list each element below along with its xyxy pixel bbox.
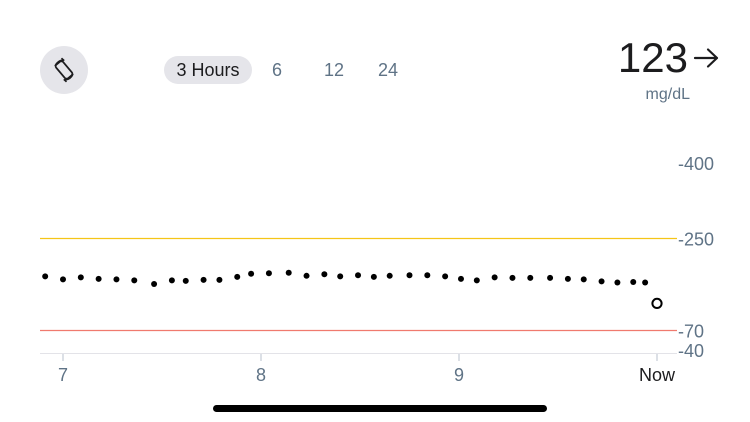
glucose-point bbox=[424, 272, 431, 279]
current-glucose-point bbox=[651, 297, 663, 310]
glucose-point bbox=[564, 275, 571, 282]
glucose-point bbox=[509, 274, 516, 281]
glucose-point bbox=[630, 278, 637, 285]
glucose-point bbox=[491, 274, 498, 281]
glucose-point bbox=[151, 280, 158, 287]
glucose-point bbox=[642, 279, 649, 286]
glucose-point bbox=[42, 273, 49, 280]
glucose-point bbox=[131, 277, 138, 284]
glucose-point bbox=[303, 272, 310, 279]
x-axis-labels: 7 8 9 Now bbox=[58, 365, 676, 385]
tab-6-hours[interactable]: 6 bbox=[264, 56, 290, 84]
x-tick-label: 7 bbox=[58, 365, 68, 385]
rotate-screen-icon bbox=[54, 57, 74, 83]
tab-24-hours[interactable]: 24 bbox=[372, 56, 404, 84]
x-tick-label-now: Now bbox=[639, 365, 676, 385]
x-tick-label: 9 bbox=[454, 365, 464, 385]
y-tick-label: -250 bbox=[678, 230, 714, 250]
glucose-value: 123 bbox=[617, 34, 688, 81]
glucose-point bbox=[182, 277, 189, 284]
glucose-point bbox=[95, 275, 102, 282]
glucose-point bbox=[321, 271, 328, 278]
glucose-point bbox=[113, 276, 120, 283]
y-axis-labels: -400 -250 -70-40 bbox=[678, 154, 714, 361]
x-tick-marks bbox=[62, 354, 658, 361]
glucose-point bbox=[547, 274, 554, 281]
arrow-right-icon bbox=[693, 48, 719, 68]
glucose-point bbox=[370, 273, 377, 280]
y-tick-label: -40 bbox=[678, 341, 704, 361]
glucose-points bbox=[42, 269, 663, 310]
glucose-point bbox=[216, 276, 223, 283]
current-reading: 123 mg/dL bbox=[582, 34, 722, 104]
glucose-point bbox=[598, 278, 605, 285]
glucose-point bbox=[457, 275, 464, 282]
tab-12-hours[interactable]: 12 bbox=[318, 56, 350, 84]
glucose-point bbox=[200, 276, 207, 283]
glucose-point bbox=[248, 270, 255, 277]
glucose-point bbox=[60, 276, 66, 283]
y-tick-label: -400 bbox=[678, 154, 714, 174]
glucose-point bbox=[527, 274, 534, 281]
glucose-point bbox=[386, 272, 393, 279]
glucose-point bbox=[406, 272, 413, 279]
glucose-unit: mg/dL bbox=[645, 86, 690, 103]
glucose-point bbox=[337, 273, 344, 280]
glucose-point bbox=[580, 276, 587, 283]
glucose-point bbox=[442, 273, 449, 280]
glucose-point bbox=[285, 269, 292, 276]
glucose-point bbox=[473, 277, 480, 284]
y-tick-label: -70 bbox=[678, 322, 704, 342]
glucose-point bbox=[168, 277, 175, 284]
glucose-point bbox=[265, 270, 272, 277]
tab-3-hours[interactable]: 3 Hours bbox=[164, 56, 252, 84]
home-indicator[interactable] bbox=[213, 405, 547, 412]
glucose-point bbox=[614, 279, 621, 286]
current-reading-row[interactable]: 123 bbox=[618, 34, 722, 82]
rotate-screen-button[interactable] bbox=[40, 46, 88, 94]
glucose-point bbox=[77, 274, 84, 281]
glucose-point bbox=[234, 273, 241, 280]
x-tick-label: 8 bbox=[256, 365, 266, 385]
glucose-point bbox=[355, 272, 362, 279]
